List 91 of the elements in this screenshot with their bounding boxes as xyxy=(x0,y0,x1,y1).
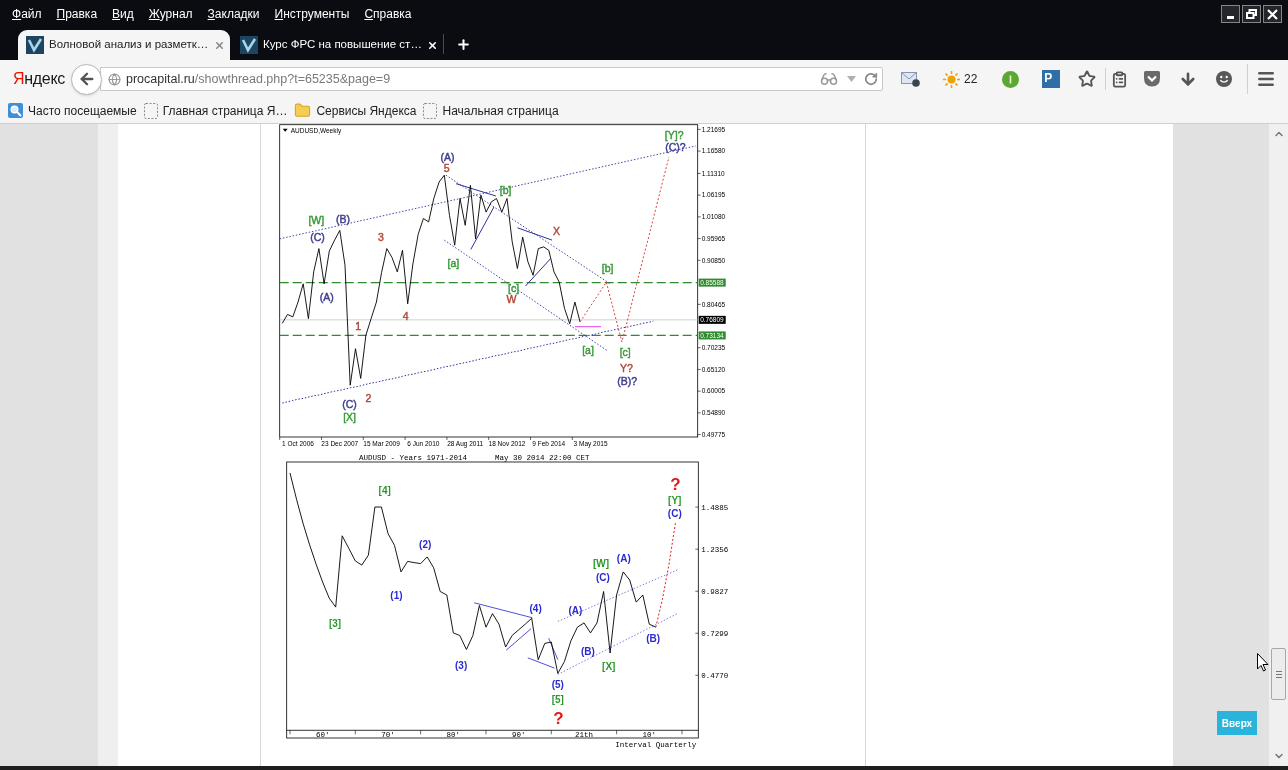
bookmark-item[interactable]: Главная страница Я… xyxy=(143,101,288,120)
reload-icon[interactable] xyxy=(864,72,878,86)
close-icon[interactable] xyxy=(426,39,438,51)
plus-icon xyxy=(455,36,471,52)
wave-label: 2 xyxy=(365,392,372,405)
menu-icon[interactable] xyxy=(1256,69,1277,89)
dropdown-triangle-icon xyxy=(282,128,288,132)
wave-label: [b] xyxy=(601,261,614,274)
menu-item[interactable]: Инструменты xyxy=(274,8,350,20)
bookmark-item[interactable]: Сервисы Яндекса xyxy=(294,101,417,120)
wave-label: 4 xyxy=(402,310,409,323)
weather-button[interactable]: 22 xyxy=(937,67,984,91)
wave-label: (A) xyxy=(319,291,334,304)
restore-button[interactable] xyxy=(1242,5,1261,23)
restore-icon xyxy=(1246,9,1257,19)
wave-label: [b] xyxy=(499,183,512,196)
wave-label: 1 xyxy=(355,319,361,332)
globe-icon xyxy=(108,72,121,86)
smiley-icon[interactable] xyxy=(1216,71,1233,87)
wave-label: [c] xyxy=(619,345,631,358)
wave-label: (C) xyxy=(310,231,325,244)
clipboard-icon[interactable] xyxy=(1110,70,1128,88)
minimize-icon xyxy=(1227,16,1234,19)
tab-title: Волновой анализ и разметк… xyxy=(49,37,209,53)
minimize-button[interactable] xyxy=(1221,5,1240,23)
wave-label: (A) xyxy=(440,150,455,163)
scrollbar-thumb[interactable] xyxy=(1271,648,1286,700)
wave-label: [4] xyxy=(378,484,391,496)
bookmark-item[interactable]: Начальная страница xyxy=(423,101,559,120)
menu-item[interactable]: Файл xyxy=(12,8,42,20)
wave-label: (C) xyxy=(667,507,682,519)
wave-label: [3] xyxy=(328,617,342,629)
wave-label: (5) xyxy=(551,678,564,690)
wave-label: (1) xyxy=(390,590,403,602)
logo-text: Яндекс xyxy=(13,71,63,87)
glasses-icon[interactable] xyxy=(820,70,838,88)
browser-tab[interactable]: Волновой анализ и разметк… xyxy=(18,30,230,60)
wave-label: (C) xyxy=(595,572,610,584)
grip-icon xyxy=(1275,670,1282,678)
sun-icon xyxy=(943,70,960,88)
extension-button[interactable]: P xyxy=(1042,70,1061,88)
wave-label: (B) xyxy=(646,632,661,644)
wave-label: [W] xyxy=(308,213,325,226)
question-mark-label: ? xyxy=(553,709,564,728)
wave-label: (4) xyxy=(529,603,542,615)
wave-label: [a] xyxy=(447,257,460,270)
folder-icon xyxy=(294,102,312,119)
wave-label: [Y]? xyxy=(664,129,684,142)
mail-icon[interactable] xyxy=(900,71,920,87)
menu-item[interactable]: Журнал xyxy=(148,8,193,20)
browser-tab[interactable]: Курс ФРС на повышение ст… xyxy=(237,30,439,60)
wave-label: (C) xyxy=(342,397,357,410)
menu-item[interactable]: Правка xyxy=(56,8,98,20)
wave-label: [5] xyxy=(551,693,564,705)
wave-label: (A) xyxy=(616,552,631,564)
wave-label: 3 xyxy=(378,231,384,244)
menu-item[interactable]: Вид xyxy=(112,8,134,20)
wave-label: (B)? xyxy=(617,375,638,387)
chevron-badge-icon[interactable] xyxy=(1143,71,1162,87)
close-icon xyxy=(1267,8,1278,20)
menu-item[interactable]: Закладки xyxy=(207,8,260,20)
wave-label: 5 xyxy=(443,162,450,174)
star-icon[interactable] xyxy=(1078,70,1097,88)
round-badge-icon[interactable] xyxy=(1001,70,1019,88)
wave-label: (C)? xyxy=(665,141,686,154)
menu-item[interactable]: Справка xyxy=(364,8,412,20)
back-button[interactable] xyxy=(71,63,102,95)
wave-label: (2) xyxy=(419,539,432,551)
wave-label: Y? xyxy=(620,361,633,374)
magnifier-icon xyxy=(8,103,23,118)
url-field[interactable]: procapital.ru/showthread.php?t=65235&page=9 xyxy=(100,67,883,91)
favicon-icon xyxy=(240,36,258,54)
wave-label: [X] xyxy=(602,661,616,673)
blank-page-icon xyxy=(423,102,438,119)
wave-label: [Y] xyxy=(668,495,682,507)
close-window-button[interactable] xyxy=(1263,5,1282,23)
wave-label: (A) xyxy=(568,604,583,616)
wave-label: X xyxy=(553,225,561,238)
tab-title: Курс ФРС на повышение ст… xyxy=(263,37,422,53)
favicon-icon xyxy=(26,36,44,54)
bookmark-item[interactable]: Часто посещаемые xyxy=(8,101,137,120)
wave-label: [X] xyxy=(343,410,356,423)
wave-label: (3) xyxy=(455,660,468,672)
wave-label: [a] xyxy=(582,343,594,356)
wave-label: (B) xyxy=(580,645,595,657)
url-text: procapital.ru/showthread.php?t=65235&page=9 xyxy=(126,70,391,88)
blank-page-icon xyxy=(143,102,158,119)
cursor-icon xyxy=(1257,653,1269,672)
question-mark-label: ? xyxy=(670,475,681,495)
wave-label: [W] xyxy=(592,558,609,570)
wave-label: (B) xyxy=(336,212,351,225)
